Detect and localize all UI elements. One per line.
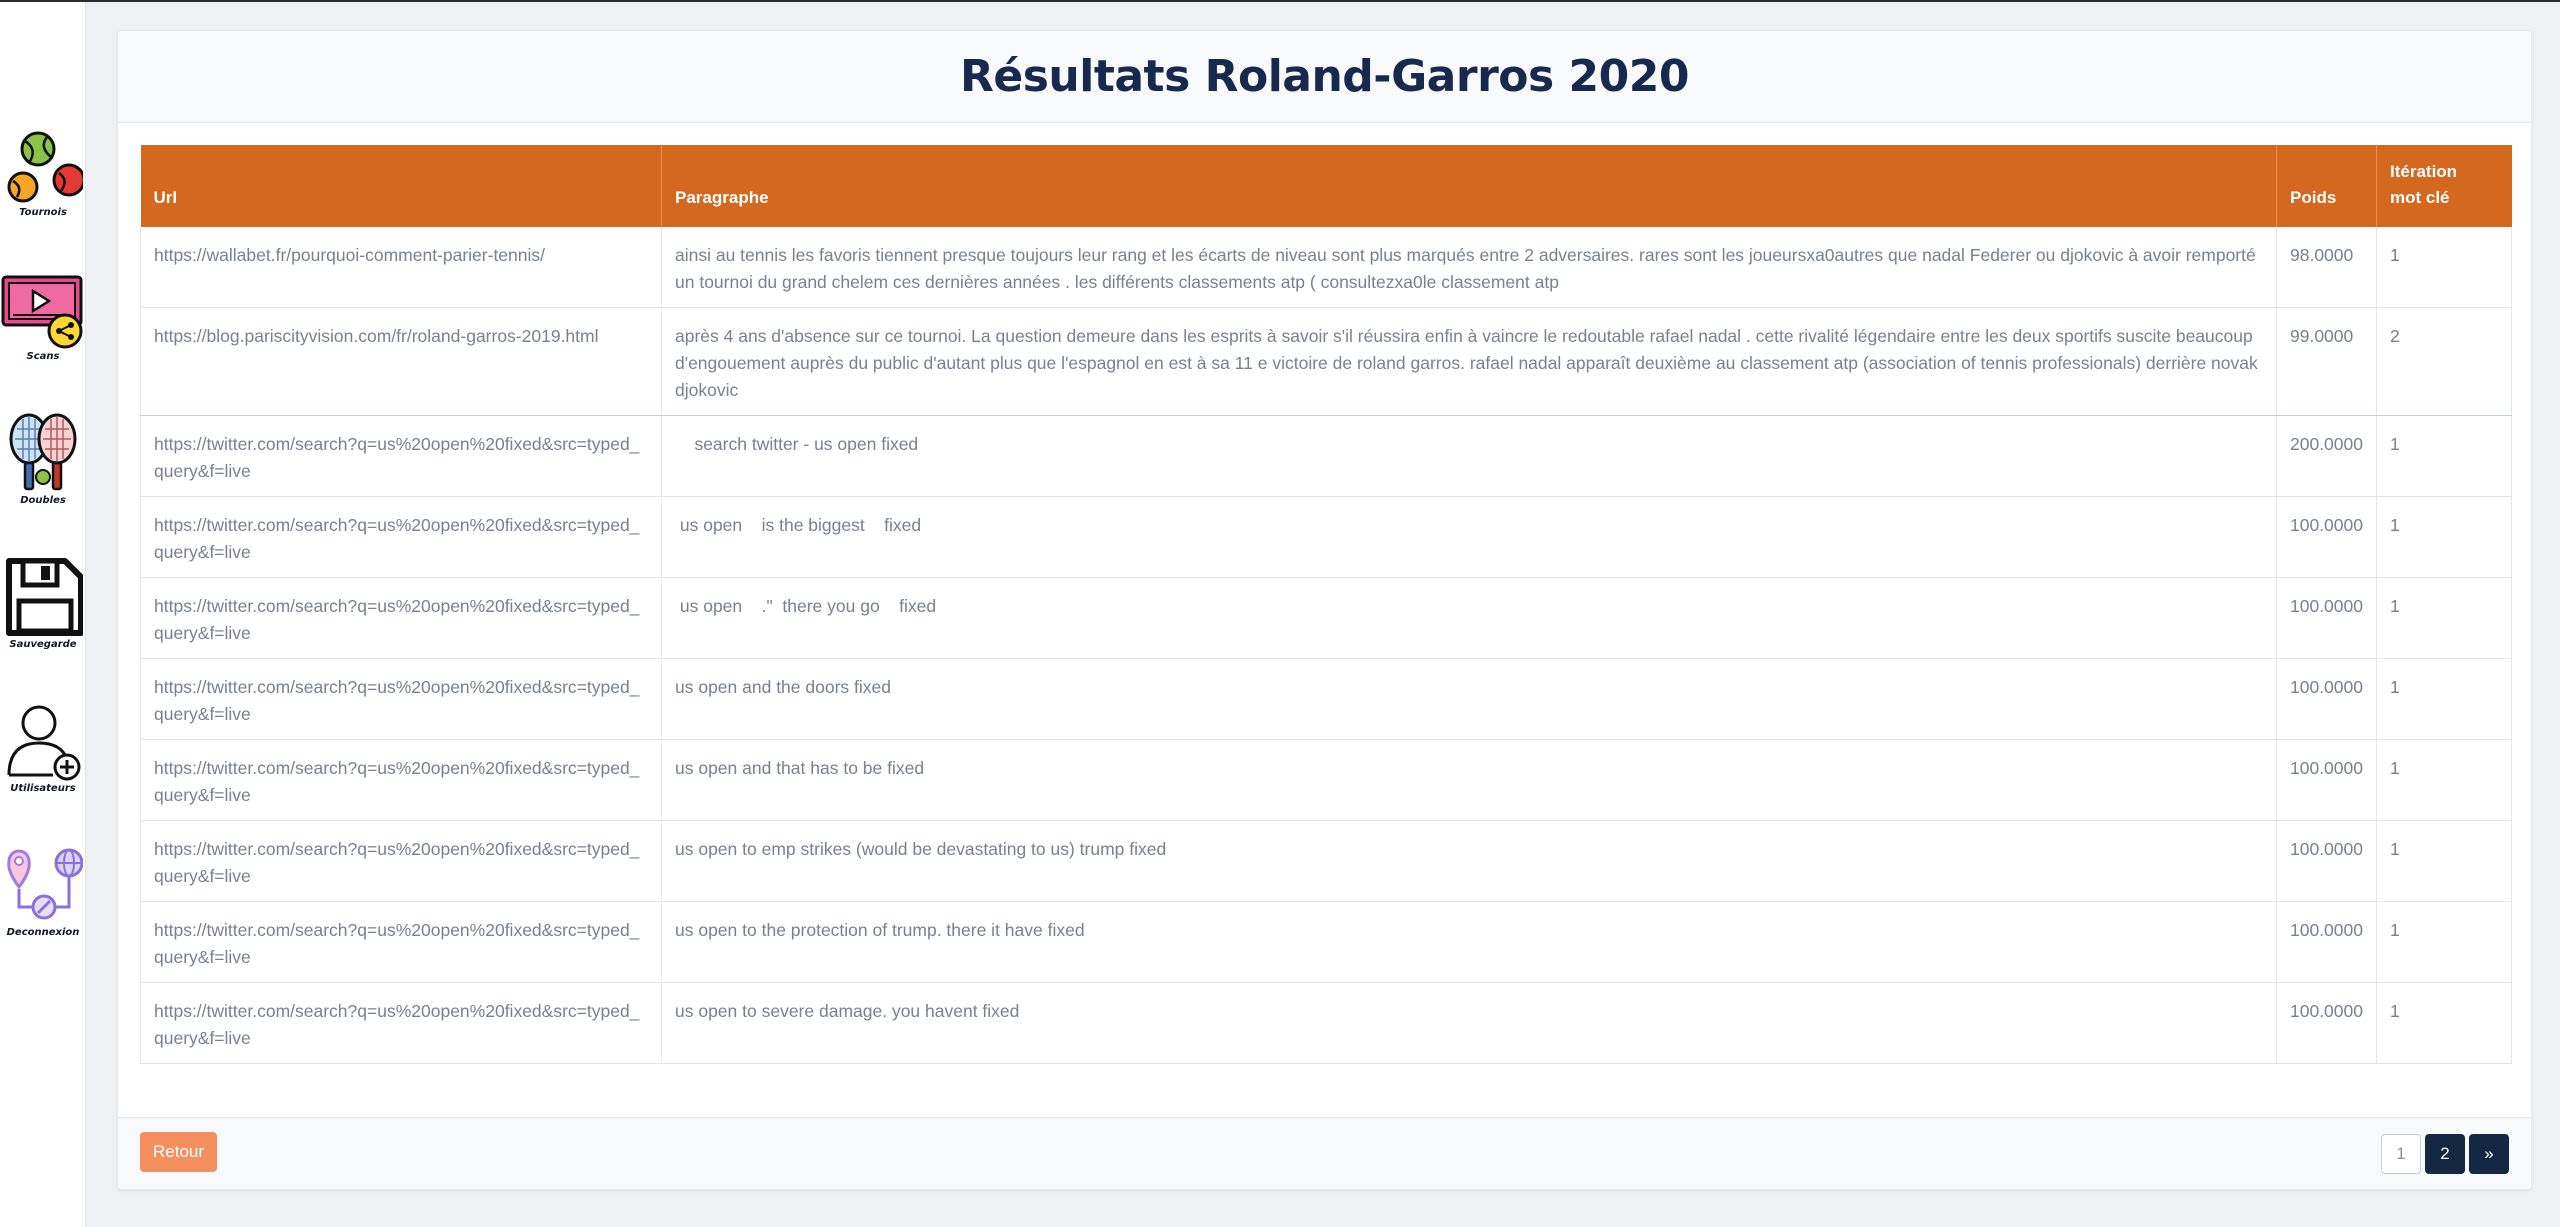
sidebar-item-sauvegarde[interactable]: Sauvegarde (0, 554, 86, 650)
cell-iteration: 1 (2376, 577, 2512, 659)
table-header-row: Url Paragraphe Poids Itération mot clé (140, 145, 2512, 227)
add-user-icon (0, 698, 86, 784)
column-header-iteration-line1: Itération (2390, 162, 2458, 181)
cell-paragraphe: après 4 ans d'absence sur ce tournoi. La… (661, 307, 2277, 416)
cell-paragraphe: search twitter - us open fixed (661, 415, 2277, 497)
sidebar-item-doubles[interactable]: Doubles (0, 410, 86, 506)
column-header-iteration[interactable]: Itération mot clé (2376, 145, 2512, 227)
sidebar-item-label: Tournois (19, 207, 67, 218)
table-row: https://twitter.com/search?q=us%20open%2… (140, 577, 2512, 659)
cell-url: https://wallabet.fr/pourquoi-comment-par… (140, 227, 662, 308)
cell-paragraphe: us open ." there you go fixed (661, 577, 2277, 659)
cell-poids: 100.0000 (2276, 982, 2377, 1064)
cell-paragraphe: us open and the doors fixed (661, 658, 2277, 740)
page-link-2[interactable]: 2 (2425, 1134, 2465, 1174)
cell-paragraphe: us open to severe damage. you havent fix… (661, 982, 2277, 1064)
column-header-url[interactable]: Url (140, 145, 662, 227)
cell-url: https://twitter.com/search?q=us%20open%2… (140, 496, 662, 578)
cell-iteration: 1 (2376, 496, 2512, 578)
sidebar-item-label: Utilisateurs (10, 783, 76, 794)
cell-iteration: 1 (2376, 658, 2512, 740)
next-page-button[interactable]: » (2469, 1134, 2509, 1174)
sidebar-item-label: Scans (26, 351, 60, 362)
column-header-iteration-line2: mot clé (2390, 188, 2450, 207)
card-body: Url Paragraphe Poids Itération mot clé ht… (118, 123, 2531, 1064)
card-footer: Retour 1 2 » (118, 1117, 2531, 1189)
table-row: https://twitter.com/search?q=us%20open%2… (140, 982, 2512, 1064)
cell-paragraphe: us open is the biggest fixed (661, 496, 2277, 578)
sidebar-item-label: Deconnexion (6, 927, 80, 938)
table-row: https://twitter.com/search?q=us%20open%2… (140, 496, 2512, 578)
table-row: https://twitter.com/search?q=us%20open%2… (140, 739, 2512, 821)
sidebar-item-label: Doubles (20, 495, 66, 506)
tennis-rackets-icon (0, 410, 86, 496)
cell-url: https://twitter.com/search?q=us%20open%2… (140, 739, 662, 821)
cell-url: https://blog.pariscityvision.com/fr/rola… (140, 307, 662, 416)
page-link-1[interactable]: 1 (2381, 1134, 2421, 1174)
cell-url: https://twitter.com/search?q=us%20open%2… (140, 415, 662, 497)
sidebar: Tournois Scans Doubles Sauvegarde Utilis… (0, 2, 86, 1227)
table-row: https://wallabet.fr/pourquoi-comment-par… (140, 227, 2512, 308)
results-table: Url Paragraphe Poids Itération mot clé ht… (140, 145, 2512, 1064)
cell-poids: 100.0000 (2276, 820, 2377, 902)
table-row: https://blog.pariscityvision.com/fr/rola… (140, 307, 2512, 416)
back-button[interactable]: Retour (140, 1132, 218, 1172)
cell-paragraphe: us open to emp strikes (would be devasta… (661, 820, 2277, 902)
cell-poids: 200.0000 (2276, 415, 2377, 497)
column-header-paragraphe[interactable]: Paragraphe (661, 145, 2277, 227)
cell-iteration: 1 (2376, 982, 2512, 1064)
cell-poids: 100.0000 (2276, 739, 2377, 821)
cell-poids: 100.0000 (2276, 496, 2377, 578)
column-header-poids[interactable]: Poids (2276, 145, 2377, 227)
page-title: Résultats Roland-Garros 2020 (960, 51, 1689, 102)
cell-url: https://twitter.com/search?q=us%20open%2… (140, 982, 662, 1064)
pagination: 1 2 » (2381, 1134, 2509, 1174)
tennis-balls-icon (0, 122, 86, 208)
results-card: Résultats Roland-Garros 2020 Url Paragra… (117, 30, 2532, 1190)
table-row: https://twitter.com/search?q=us%20open%2… (140, 901, 2512, 983)
cell-url: https://twitter.com/search?q=us%20open%2… (140, 901, 662, 983)
table-row: https://twitter.com/search?q=us%20open%2… (140, 415, 2512, 497)
cell-poids: 99.0000 (2276, 307, 2377, 416)
cell-url: https://twitter.com/search?q=us%20open%2… (140, 820, 662, 902)
video-share-icon (0, 266, 86, 352)
location-network-icon (0, 842, 86, 928)
cell-iteration: 1 (2376, 820, 2512, 902)
sidebar-item-scans[interactable]: Scans (0, 266, 86, 362)
cell-poids: 100.0000 (2276, 901, 2377, 983)
cell-paragraphe: us open to the protection of trump. ther… (661, 901, 2277, 983)
cell-iteration: 1 (2376, 739, 2512, 821)
top-border (0, 0, 2560, 2)
cell-iteration: 1 (2376, 901, 2512, 983)
cell-url: https://twitter.com/search?q=us%20open%2… (140, 658, 662, 740)
sidebar-item-utilisateurs[interactable]: Utilisateurs (0, 698, 86, 794)
sidebar-item-label: Sauvegarde (9, 639, 77, 650)
sidebar-item-deconnexion[interactable]: Deconnexion (0, 842, 86, 938)
cell-url: https://twitter.com/search?q=us%20open%2… (140, 577, 662, 659)
floppy-disk-icon (0, 554, 86, 640)
cell-poids: 98.0000 (2276, 227, 2377, 308)
cell-iteration: 1 (2376, 227, 2512, 308)
cell-poids: 100.0000 (2276, 658, 2377, 740)
table-row: https://twitter.com/search?q=us%20open%2… (140, 658, 2512, 740)
table-row: https://twitter.com/search?q=us%20open%2… (140, 820, 2512, 902)
cell-iteration: 1 (2376, 415, 2512, 497)
cell-paragraphe: ainsi au tennis les favoris tiennent pre… (661, 227, 2277, 308)
card-header: Résultats Roland-Garros 2020 (118, 31, 2531, 123)
cell-poids: 100.0000 (2276, 577, 2377, 659)
cell-paragraphe: us open and that has to be fixed (661, 739, 2277, 821)
cell-iteration: 2 (2376, 307, 2512, 416)
sidebar-item-tournois[interactable]: Tournois (0, 122, 86, 218)
